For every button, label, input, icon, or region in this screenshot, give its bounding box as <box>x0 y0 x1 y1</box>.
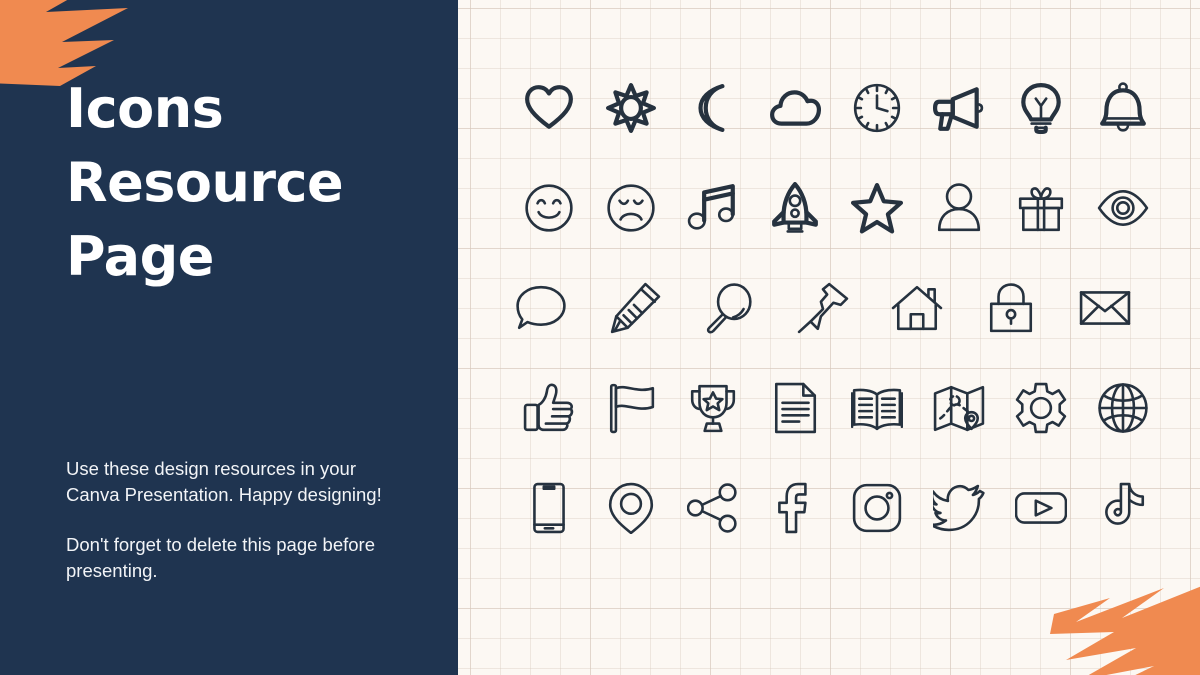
page-title-line-2: Resource <box>66 151 344 214</box>
person-icon[interactable] <box>918 182 1000 234</box>
body-paragraph-1: Use these design resources in your Canva… <box>66 458 382 505</box>
icon-row <box>458 158 1200 258</box>
share-icon[interactable] <box>672 482 754 534</box>
pushpin-icon[interactable] <box>776 282 870 334</box>
tiktok-icon[interactable] <box>1082 482 1164 534</box>
youtube-icon[interactable] <box>1000 482 1082 534</box>
location-pin-icon[interactable] <box>590 482 672 534</box>
page-title-line-3: Page <box>66 225 214 288</box>
eye-icon[interactable] <box>1082 182 1164 234</box>
flag-icon[interactable] <box>590 382 672 434</box>
lightbulb-icon[interactable] <box>1000 82 1082 134</box>
sidebar-panel: Icons Resource Page Use these design res… <box>0 0 458 675</box>
padlock-icon[interactable] <box>964 282 1058 334</box>
gear-icon[interactable] <box>1000 382 1082 434</box>
icon-row <box>458 58 1200 158</box>
house-icon[interactable] <box>870 282 964 334</box>
smartphone-icon[interactable] <box>508 482 590 534</box>
icon-row <box>458 458 1200 558</box>
music-note-icon[interactable] <box>672 182 754 234</box>
icon-row <box>458 358 1200 458</box>
instagram-icon[interactable] <box>836 482 918 534</box>
envelope-icon[interactable] <box>1058 282 1152 334</box>
page-title: Icons Resource Page <box>66 72 426 294</box>
sun-icon[interactable] <box>590 82 672 134</box>
bell-icon[interactable] <box>1082 82 1164 134</box>
megaphone-icon[interactable] <box>918 82 1000 134</box>
thumbs-up-icon[interactable] <box>508 382 590 434</box>
open-book-icon[interactable] <box>836 382 918 434</box>
document-icon[interactable] <box>754 382 836 434</box>
body-paragraph-2: Don't forget to delete this page before … <box>66 534 375 581</box>
slide-canvas: Icons Resource Page Use these design res… <box>0 0 1200 675</box>
icon-row <box>458 258 1200 358</box>
icon-grid <box>458 0 1200 675</box>
moon-icon[interactable] <box>672 82 754 134</box>
star-icon[interactable] <box>836 182 918 234</box>
magnifying-glass-icon[interactable] <box>682 282 776 334</box>
rocket-icon[interactable] <box>754 182 836 234</box>
sidebar-body-text: Use these design resources in your Canva… <box>66 456 396 583</box>
map-icon[interactable] <box>918 382 1000 434</box>
speech-bubble-icon[interactable] <box>494 282 588 334</box>
globe-icon[interactable] <box>1082 382 1164 434</box>
facebook-icon[interactable] <box>754 482 836 534</box>
pencil-icon[interactable] <box>588 282 682 334</box>
heart-icon[interactable] <box>508 82 590 134</box>
clock-icon[interactable] <box>836 82 918 134</box>
twitter-icon[interactable] <box>918 482 1000 534</box>
gift-icon[interactable] <box>1000 182 1082 234</box>
page-title-line-1: Icons <box>66 77 224 140</box>
smiley-face-icon[interactable] <box>508 182 590 234</box>
trophy-icon[interactable] <box>672 382 754 434</box>
cloud-icon[interactable] <box>754 82 836 134</box>
sad-face-icon[interactable] <box>590 182 672 234</box>
